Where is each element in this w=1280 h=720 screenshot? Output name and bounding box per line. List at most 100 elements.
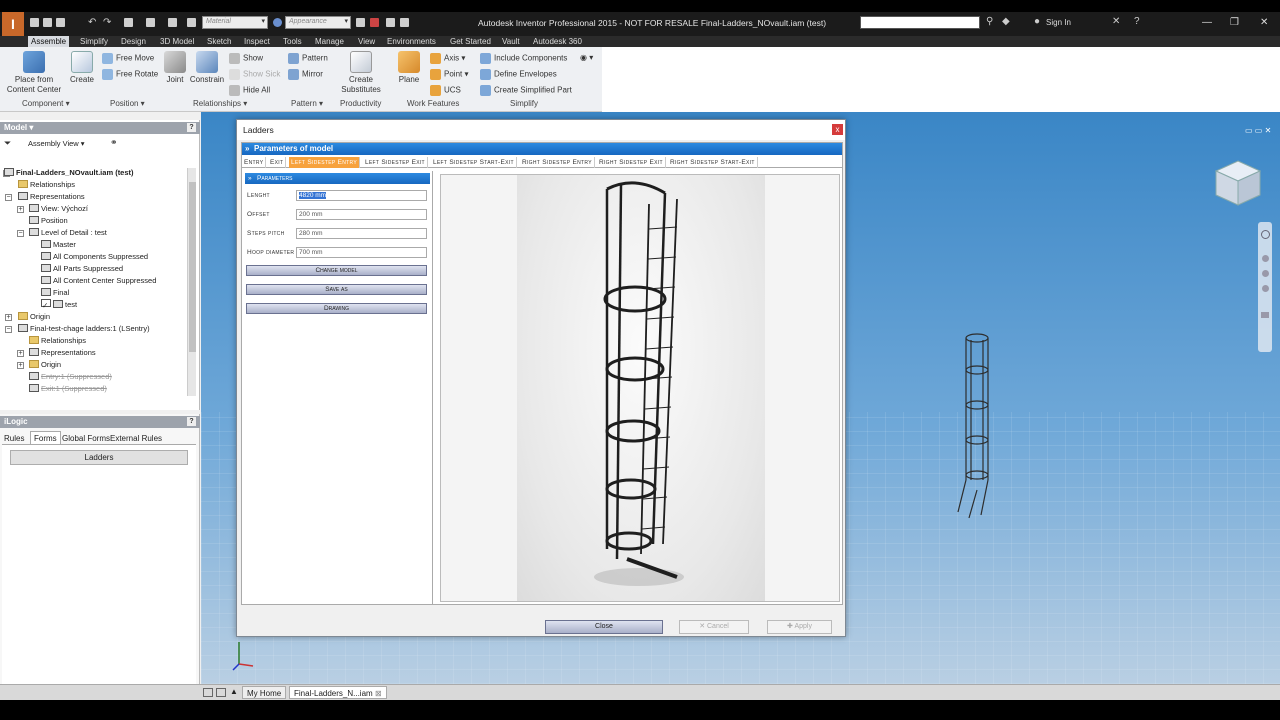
expand-toggle[interactable]: −: [5, 194, 12, 201]
tree-final[interactable]: Final: [41, 287, 69, 298]
steering-wheel-icon[interactable]: [1260, 230, 1270, 239]
include-components-button[interactable]: Include Components: [480, 53, 567, 64]
tab-rules[interactable]: Rules: [4, 434, 24, 443]
zoom-icon[interactable]: [1261, 270, 1269, 277]
tree-all-content-center-suppressed[interactable]: All Content Center Suppressed: [41, 275, 156, 286]
pattern-button[interactable]: Pattern: [288, 53, 328, 64]
param-input-steps-pitch[interactable]: 280 mm: [296, 228, 427, 239]
tab-get-started[interactable]: Get Started: [447, 36, 494, 47]
filter-icon[interactable]: ⏷: [4, 138, 11, 149]
param-input-hoop-diameter[interactable]: 700 mm: [296, 247, 427, 258]
navigation-bar[interactable]: [1258, 222, 1272, 352]
sign-in-link[interactable]: Sign In: [1046, 18, 1071, 27]
create-simplified-part-button[interactable]: Create Simplified Part: [480, 85, 572, 96]
ilogic-icon[interactable]: [400, 18, 409, 27]
tree-origin[interactable]: Origin: [18, 311, 50, 322]
ucs-button[interactable]: UCS: [430, 85, 461, 96]
help-search-input[interactable]: [860, 16, 980, 29]
group-relationships[interactable]: Relationships ▾: [193, 99, 247, 108]
open-icon[interactable]: [43, 18, 52, 27]
ribbon-options-icon[interactable]: ◉ ▾: [580, 53, 593, 63]
mirror-button[interactable]: Mirror: [288, 69, 323, 80]
ladder-model-3d[interactable]: [953, 330, 1003, 520]
exchange-icon[interactable]: ✕: [1112, 17, 1120, 27]
search-icon[interactable]: ⚲: [986, 17, 993, 27]
appearance-dropdown[interactable]: Appearance ▾: [285, 16, 351, 29]
restore-icon[interactable]: ❐: [1230, 17, 1239, 28]
tab-simplify[interactable]: Simplify: [77, 36, 111, 47]
viewport-minimize-icon[interactable]: ▭ ▭ ✕: [1245, 126, 1271, 135]
expand-toggle[interactable]: +: [17, 206, 24, 213]
drawing-button[interactable]: Drawing: [246, 303, 427, 314]
tab-left-sidestep-start-exit[interactable]: Left Sidestep Start-Exit: [431, 157, 517, 168]
minimize-icon[interactable]: —: [1202, 17, 1212, 28]
show-sick-button[interactable]: Show Sick: [229, 69, 280, 80]
measure-icon[interactable]: [187, 18, 196, 27]
browser-scrollbar[interactable]: [187, 168, 196, 396]
tab-assemble[interactable]: Assemble: [28, 36, 70, 47]
subscription-icon[interactable]: ◆: [1002, 17, 1010, 27]
tree-sub-assembly[interactable]: Final-test-chage ladders:1 (LSentry): [18, 323, 150, 334]
axis-button[interactable]: Axis ▾: [430, 53, 465, 64]
define-envelopes-button[interactable]: Define Envelopes: [480, 69, 557, 80]
tree-relationships[interactable]: Relationships: [18, 179, 75, 190]
close-icon[interactable]: ✕: [1260, 17, 1268, 28]
show-button[interactable]: Show: [229, 53, 263, 64]
tab-right-sidestep-start-exit[interactable]: Right Sidestep Start-Exit: [668, 157, 758, 168]
tab-external-rules[interactable]: External Rules: [110, 434, 162, 443]
tab-document[interactable]: Final-Ladders_N...iam ⊠: [289, 686, 387, 699]
tree-root[interactable]: Final-Ladders_NOvault.iam (test): [4, 167, 134, 178]
tree-sub-origin[interactable]: Origin: [29, 359, 61, 370]
update-icon[interactable]: [168, 18, 177, 27]
cancel-button[interactable]: ✕ Cancel: [679, 620, 749, 634]
inventor-logo-icon[interactable]: I: [2, 12, 24, 36]
close-button[interactable]: Close: [545, 620, 663, 634]
user-icon[interactable]: ●: [1034, 17, 1040, 27]
dialog-close-icon[interactable]: x: [832, 124, 843, 135]
pan-icon[interactable]: [1261, 255, 1269, 262]
look-at-icon[interactable]: [1261, 312, 1269, 318]
help-icon[interactable]: ?: [187, 417, 196, 426]
parameters-subheader[interactable]: » Parameters: [245, 173, 430, 184]
tree-all-parts-suppressed[interactable]: All Parts Suppressed: [41, 263, 123, 274]
tree-position[interactable]: Position: [29, 215, 68, 226]
expand-toggle[interactable]: −: [17, 230, 24, 237]
group-position[interactable]: Position ▾: [110, 99, 145, 108]
tree-exit-suppressed[interactable]: Exit:1 (Suppressed): [29, 383, 107, 394]
joint-button[interactable]: Joint: [162, 51, 188, 85]
constrain-button[interactable]: Constrain: [189, 51, 225, 85]
save-icon[interactable]: [56, 18, 65, 27]
tab-autodesk-360[interactable]: Autodesk 360: [530, 36, 585, 47]
tab-inspect[interactable]: Inspect: [241, 36, 273, 47]
material-dropdown[interactable]: Material ▾: [202, 16, 268, 29]
tab-exit[interactable]: Exit: [268, 157, 287, 168]
tree-view[interactable]: View: Výchozí: [29, 203, 88, 214]
clear-icon[interactable]: [356, 18, 365, 27]
tree-master[interactable]: Master: [41, 239, 76, 250]
place-from-content-center-button[interactable]: Place from Content Center: [4, 51, 64, 95]
tree-test[interactable]: ✓ test: [41, 299, 77, 310]
plane-button[interactable]: Plane: [395, 51, 423, 85]
cascade-windows-icon[interactable]: [216, 688, 226, 697]
change-model-button[interactable]: Change model: [246, 265, 427, 276]
tree-representations[interactable]: Representations: [18, 191, 85, 202]
tab-entry[interactable]: Entry: [242, 157, 267, 168]
undo-icon[interactable]: ↶: [88, 18, 97, 28]
expand-toggle[interactable]: −: [5, 326, 12, 333]
color-override-icon[interactable]: [370, 18, 379, 27]
tree-all-components-suppressed[interactable]: All Components Suppressed: [41, 251, 148, 262]
assembly-view-dropdown[interactable]: Assembly View ▾: [28, 139, 85, 148]
tree-entry-suppressed[interactable]: Entry:1 (Suppressed): [29, 371, 112, 382]
tab-design[interactable]: Design: [118, 36, 149, 47]
tab-3d-model[interactable]: 3D Model: [157, 36, 197, 47]
free-move-button[interactable]: Free Move: [102, 53, 154, 64]
orbit-icon[interactable]: [1261, 285, 1269, 292]
tab-my-home[interactable]: My Home: [242, 686, 287, 699]
group-pattern[interactable]: Pattern ▾: [291, 99, 323, 108]
tree-lod[interactable]: Level of Detail : test: [29, 227, 107, 238]
ladders-form-button[interactable]: Ladders: [10, 450, 188, 465]
scrollbar-thumb[interactable]: [189, 182, 196, 352]
help-icon[interactable]: ?: [1134, 17, 1140, 27]
help-icon[interactable]: ?: [187, 123, 196, 132]
tree-sub-relationships[interactable]: Relationships: [29, 335, 86, 346]
